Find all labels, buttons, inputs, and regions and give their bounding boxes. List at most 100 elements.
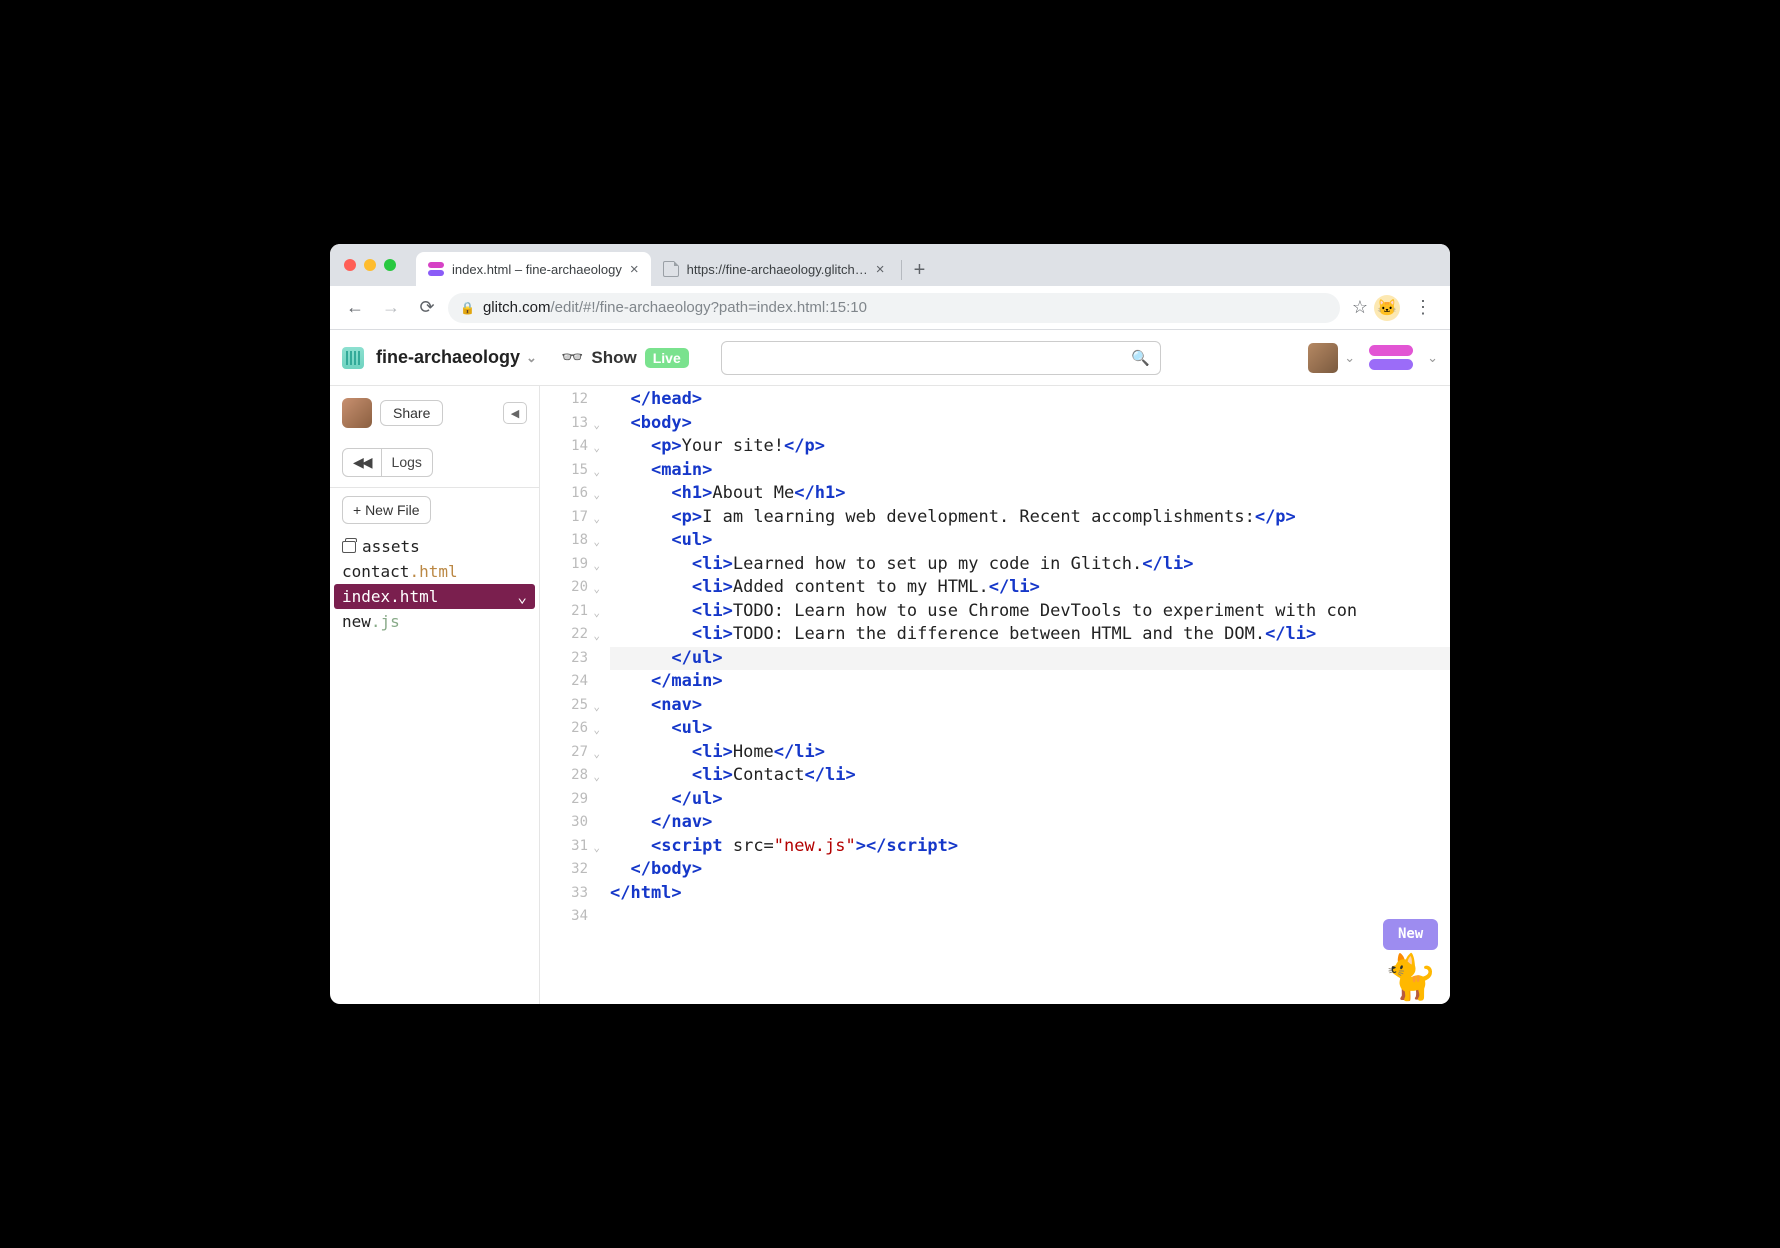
line-number[interactable]: 16 [540,482,588,506]
file-name: contact.html [342,562,458,581]
chevron-down-icon[interactable]: ⌄ [1344,350,1355,366]
show-label: Show [591,348,636,368]
project-name-dropdown[interactable]: fine-archaeology ⌄ [376,347,537,368]
logs-button-group: ◀◀ Logs [342,448,433,477]
line-number[interactable]: 12 [540,388,588,412]
line-number[interactable]: 14 [540,435,588,459]
browser-tab-active[interactable]: index.html – fine-archaeology × [416,252,651,286]
code-line[interactable]: </html> [610,882,1450,906]
new-tab-button[interactable]: + [906,259,934,286]
minimize-window-icon[interactable] [364,259,376,271]
code-line[interactable]: <li>Home</li> [610,741,1450,765]
line-number[interactable]: 31 [540,835,588,859]
reload-button[interactable]: ⟳ [412,293,442,323]
glitch-favicon-icon [428,261,444,277]
glasses-icon: 👓 [561,347,583,368]
cat-mascot-icon[interactable]: 🐈 [1383,956,1438,1000]
code-line[interactable]: </ul> [610,647,1450,671]
maximize-window-icon[interactable] [384,259,396,271]
new-file-button[interactable]: + New File [342,496,431,524]
close-tab-icon[interactable]: × [876,261,885,278]
sidebar-item-file[interactable]: index.html⌄ [334,584,535,609]
share-button[interactable]: Share [380,400,443,426]
logs-button[interactable]: Logs [382,449,432,476]
sidebar-item-file[interactable]: new.js [330,609,539,634]
line-number[interactable]: 32 [540,858,588,882]
chrome-profile-button[interactable]: 🐱 [1374,295,1400,321]
glitch-header: fine-archaeology ⌄ 👓 Show Live 🔍 ⌄ ⌄ [330,330,1450,386]
address-bar[interactable]: 🔒 glitch.com/edit/#!/fine-archaeology?pa… [448,293,1340,323]
code-line[interactable]: <li>TODO: Learn how to use Chrome DevToo… [610,600,1450,624]
live-badge: Live [645,348,689,368]
code-line[interactable]: <body> [610,412,1450,436]
browser-tab-inactive[interactable]: https://fine-archaeology.glitch… × [651,252,897,286]
search-input[interactable]: 🔍 [721,341,1161,375]
line-number[interactable]: 18 [540,529,588,553]
code-line[interactable]: </body> [610,858,1450,882]
bookmark-star-icon[interactable]: ☆ [1352,297,1368,318]
chrome-menu-icon[interactable]: ⋮ [1406,297,1440,318]
line-number[interactable]: 22 [540,623,588,647]
code-line[interactable]: <h1>About Me</h1> [610,482,1450,506]
code-line[interactable]: </ul> [610,788,1450,812]
line-number[interactable]: 34 [540,905,588,929]
code-line[interactable]: <ul> [610,717,1450,741]
line-number[interactable]: 24 [540,670,588,694]
sidebar-item-file[interactable]: contact.html [330,559,539,584]
code-line[interactable]: <li>Contact</li> [610,764,1450,788]
glitch-logo-icon[interactable] [1369,345,1413,371]
line-number[interactable]: 20 [540,576,588,600]
user-avatar[interactable] [1308,343,1338,373]
tab-title: https://fine-archaeology.glitch… [687,262,868,277]
code-line[interactable]: </main> [610,670,1450,694]
file-name: new.js [342,612,400,631]
header-right: ⌄ ⌄ [1308,343,1438,373]
code-content[interactable]: </head> <body> <p>Your site!</p> <main> … [610,388,1450,929]
window-controls [344,244,416,286]
code-line[interactable]: <p>Your site!</p> [610,435,1450,459]
code-line[interactable]: <nav> [610,694,1450,718]
line-number[interactable]: 13 [540,412,588,436]
close-window-icon[interactable] [344,259,356,271]
rewind-button[interactable]: ◀◀ [343,449,382,476]
file-list: assets contact.html index.html⌄ new.js [330,534,539,634]
code-line[interactable]: </nav> [610,811,1450,835]
chevron-down-icon[interactable]: ⌄ [1427,350,1438,366]
show-button[interactable]: 👓 Show Live [561,347,689,368]
line-number[interactable]: 23 [540,647,588,671]
close-tab-icon[interactable]: × [630,261,639,278]
code-line[interactable]: <main> [610,459,1450,483]
line-number[interactable]: 30 [540,811,588,835]
project-name-label: fine-archaeology [376,347,520,368]
code-line[interactable]: <li>Learned how to set up my code in Gli… [610,553,1450,577]
code-line[interactable]: <li>Added content to my HTML.</li> [610,576,1450,600]
code-line[interactable]: <ul> [610,529,1450,553]
line-number[interactable]: 26 [540,717,588,741]
line-number[interactable]: 28 [540,764,588,788]
code-line[interactable] [610,905,1450,929]
sidebar-item-assets[interactable]: assets [330,534,539,559]
line-number[interactable]: 19 [540,553,588,577]
line-number[interactable]: 21 [540,600,588,624]
line-number[interactable]: 29 [540,788,588,812]
collapse-sidebar-icon[interactable]: ◀ [503,402,527,424]
code-line[interactable]: <p>I am learning web development. Recent… [610,506,1450,530]
line-number[interactable]: 27 [540,741,588,765]
code-line[interactable]: <script src="new.js"></script> [610,835,1450,859]
collaborator-avatar[interactable] [342,398,372,428]
line-number[interactable]: 17 [540,506,588,530]
line-number[interactable]: 25 [540,694,588,718]
line-number[interactable]: 15 [540,459,588,483]
sidebar: Share ◀ ◀◀ Logs + New File assets contact… [330,386,540,1004]
code-line[interactable]: <li>TODO: Learn the difference between H… [610,623,1450,647]
code-editor[interactable]: 1213141516171819202122232425262728293031… [540,386,1450,1004]
sidebar-top-row: Share ◀ [330,398,539,438]
search-icon: 🔍 [1131,349,1150,367]
forward-button[interactable]: → [376,293,406,323]
new-badge[interactable]: New [1383,919,1438,951]
line-number[interactable]: 33 [540,882,588,906]
back-button[interactable]: ← [340,293,370,323]
lock-icon: 🔒 [460,301,475,315]
chevron-down-icon: ⌄ [526,350,537,366]
code-line[interactable]: </head> [610,388,1450,412]
